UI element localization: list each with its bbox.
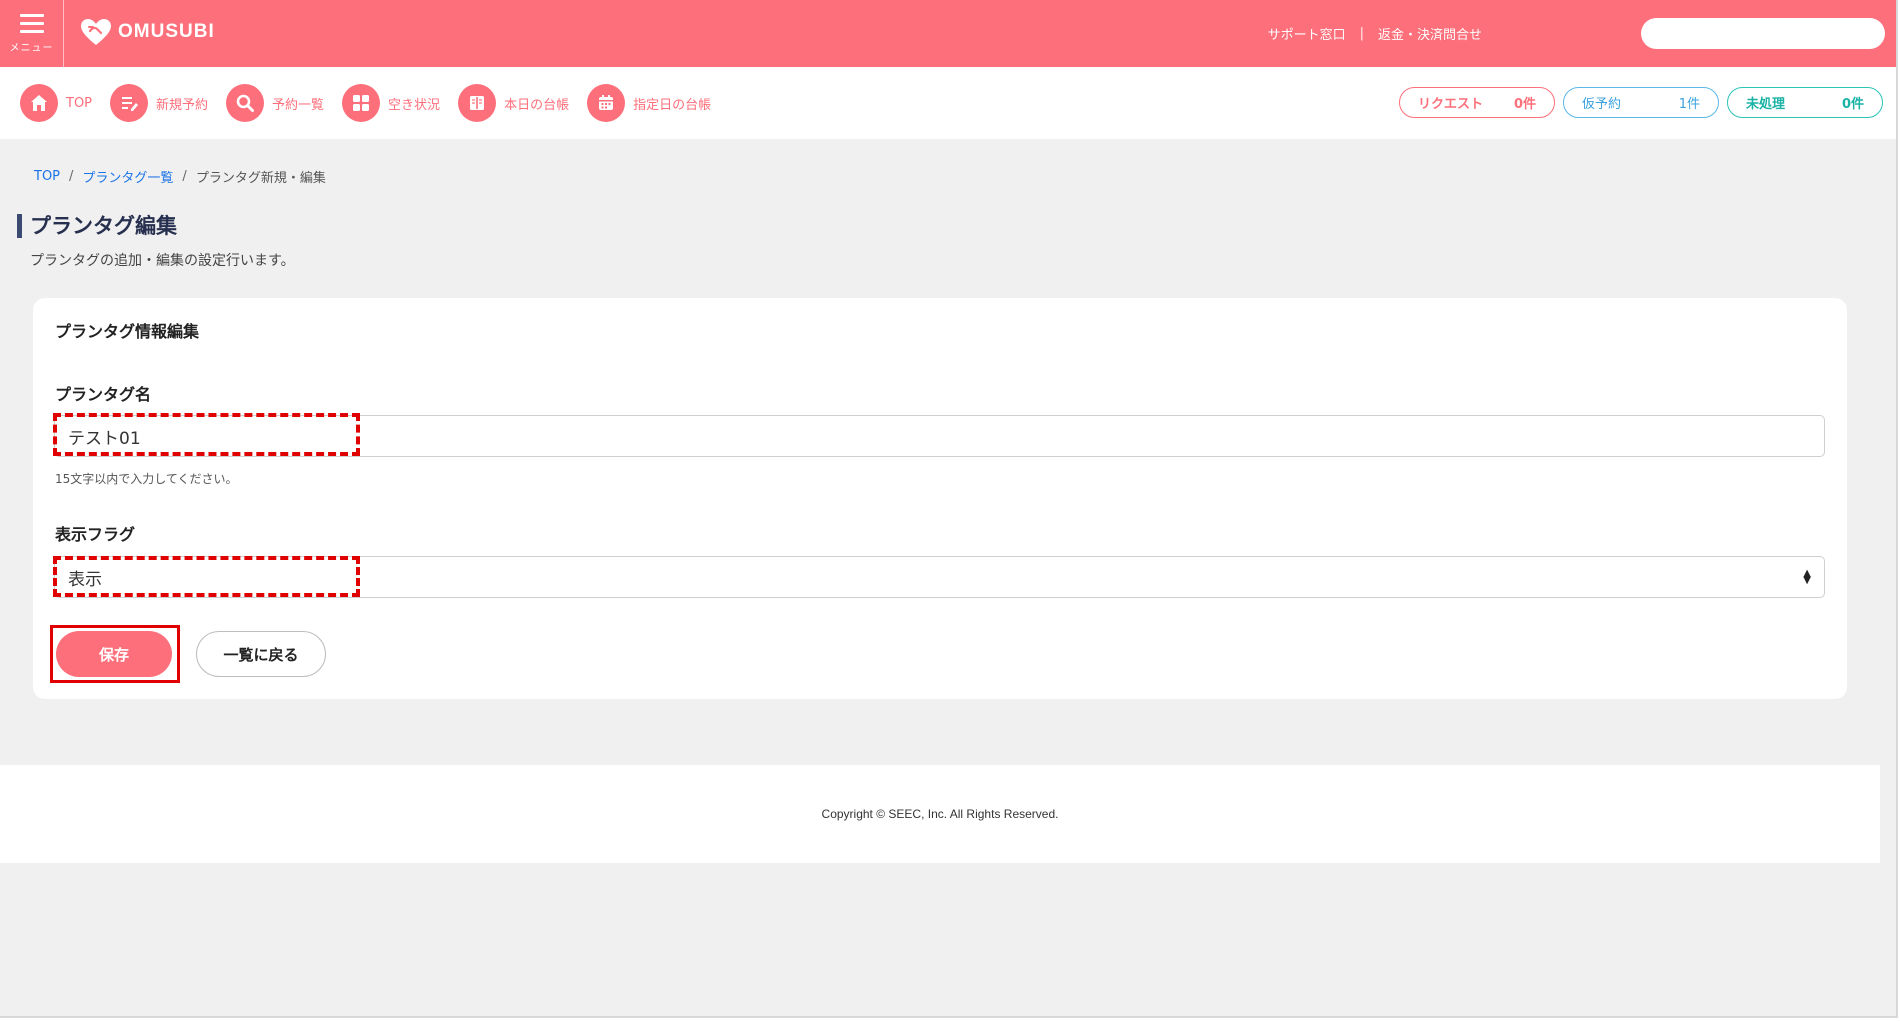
top-header: メニュー OMUSUBI サポート窓口 | 返金・決済問合せ bbox=[0, 0, 1896, 67]
home-icon bbox=[20, 84, 58, 122]
grid-icon bbox=[342, 84, 381, 122]
header-links: サポート窓口 | 返金・決済問合せ bbox=[1268, 24, 1482, 43]
tentative-count: 1件 bbox=[1678, 97, 1700, 112]
card-title: プランタグ情報編集 bbox=[55, 322, 200, 341]
page-description: プランタグの追加・編集の設定行います。 bbox=[30, 253, 295, 269]
header-search-input[interactable] bbox=[1641, 18, 1885, 49]
logo-text: OMUSUBI bbox=[118, 21, 215, 42]
tentative-status-button[interactable]: 仮予約 1件 bbox=[1563, 87, 1719, 118]
unprocessed-status-button[interactable]: 未処理 0件 bbox=[1727, 87, 1883, 118]
request-label: リクエスト bbox=[1418, 97, 1484, 112]
plan-tag-name-help: 15文字以内で入力してください。 bbox=[55, 472, 238, 486]
unprocessed-count: 0件 bbox=[1841, 97, 1864, 112]
display-flag-label: 表示フラグ bbox=[55, 525, 136, 544]
logo[interactable]: OMUSUBI bbox=[80, 18, 215, 46]
save-button[interactable]: 保存 bbox=[56, 631, 172, 677]
nav-item-top[interactable]: TOP bbox=[20, 84, 92, 122]
nav-item-date-ledger[interactable]: 指定日の台帳 bbox=[587, 84, 711, 122]
heart-hands-icon bbox=[81, 19, 111, 45]
select-arrows-icon: ▲ ▼ bbox=[1803, 568, 1811, 586]
book-icon bbox=[458, 84, 497, 122]
nav-item-new-reservation[interactable]: 新規予約 bbox=[110, 84, 208, 122]
breadcrumb-separator: / bbox=[69, 169, 74, 184]
breadcrumb-current: プランタグ新規・編集 bbox=[195, 171, 326, 186]
sub-navigation: TOP 新規予約 予約一覧 空き状況 本日の台帳 指定日の台帳 リクエスト 0件… bbox=[0, 67, 1896, 139]
new-reservation-icon bbox=[110, 84, 149, 122]
menu-button[interactable]: メニュー bbox=[0, 0, 64, 67]
display-flag-value: 表示 bbox=[68, 569, 102, 590]
unprocessed-label: 未処理 bbox=[1746, 97, 1786, 112]
nav-label-date-ledger: 指定日の台帳 bbox=[633, 97, 712, 113]
plan-tag-name-input[interactable] bbox=[54, 415, 1825, 457]
header-separator: | bbox=[1359, 26, 1364, 41]
nav-item-today-ledger[interactable]: 本日の台帳 bbox=[458, 84, 569, 122]
nav-label-reservation-list: 予約一覧 bbox=[272, 97, 325, 113]
footer: Copyright © SEEC, Inc. All Rights Reserv… bbox=[0, 765, 1880, 863]
request-status-button[interactable]: リクエスト 0件 bbox=[1399, 87, 1555, 118]
back-to-list-button[interactable]: 一覧に戻る bbox=[196, 631, 326, 677]
breadcrumb-plan-tag-list[interactable]: プランタグ一覧 bbox=[82, 167, 173, 186]
nav-item-availability[interactable]: 空き状況 bbox=[342, 84, 440, 122]
hamburger-icon bbox=[19, 13, 44, 33]
display-flag-select[interactable]: 表示 ▲ ▼ bbox=[54, 556, 1825, 598]
search-icon bbox=[226, 84, 265, 122]
tentative-label: 仮予約 bbox=[1582, 97, 1622, 112]
nav-label-top: TOP bbox=[66, 95, 93, 111]
nav-item-reservation-list[interactable]: 予約一覧 bbox=[226, 84, 324, 122]
copyright: Copyright © SEEC, Inc. All Rights Reserv… bbox=[821, 807, 1059, 821]
nav-label-new-reservation: 新規予約 bbox=[156, 97, 209, 113]
nav-label-today-ledger: 本日の台帳 bbox=[504, 97, 570, 113]
calendar-icon bbox=[587, 84, 626, 122]
page-title: プランタグ編集 bbox=[17, 214, 177, 238]
breadcrumb-top[interactable]: TOP bbox=[34, 169, 60, 184]
status-pills: リクエスト 0件 仮予約 1件 未処理 0件 bbox=[1399, 87, 1883, 118]
breadcrumb: TOP / プランタグ一覧 / プランタグ新規・編集 bbox=[34, 167, 326, 186]
breadcrumb-separator: / bbox=[182, 169, 187, 184]
refund-inquiry-link[interactable]: 返金・決済問合せ bbox=[1378, 24, 1482, 43]
nav-label-availability: 空き状況 bbox=[388, 97, 441, 113]
plan-tag-name-label: プランタグ名 bbox=[55, 385, 152, 404]
form-card: プランタグ情報編集 プランタグ名 15文字以内で入力してください。 表示フラグ … bbox=[33, 298, 1847, 699]
request-count: 0件 bbox=[1513, 97, 1536, 112]
nav-items: TOP 新規予約 予約一覧 空き状況 本日の台帳 指定日の台帳 bbox=[20, 84, 729, 122]
menu-label: メニュー bbox=[9, 42, 54, 54]
app-frame: メニュー OMUSUBI サポート窓口 | 返金・決済問合せ TOP 新規予約 … bbox=[0, 0, 1898, 1018]
support-link[interactable]: サポート窓口 bbox=[1268, 24, 1346, 43]
